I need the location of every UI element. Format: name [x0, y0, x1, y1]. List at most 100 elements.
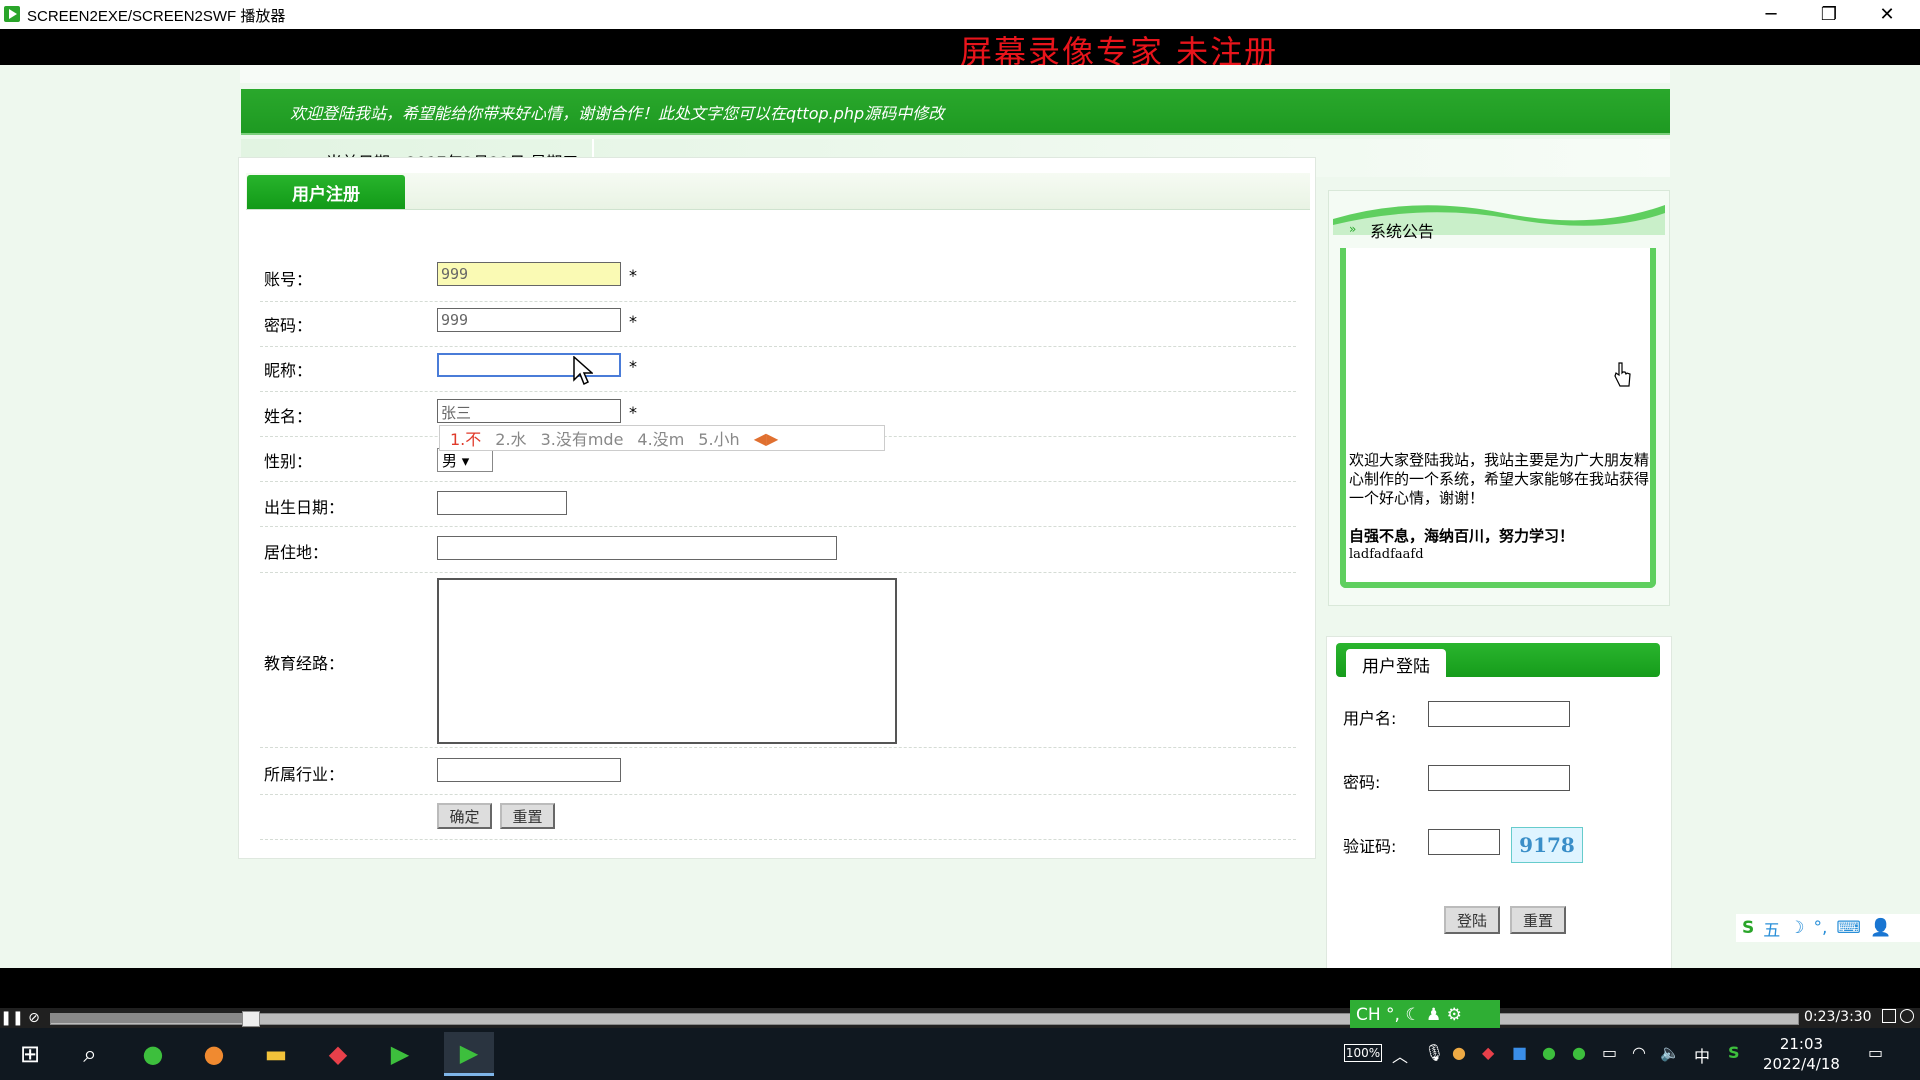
- app-orange-icon[interactable]: ●: [196, 1036, 232, 1072]
- notice-title: 系统公告: [1370, 222, 1435, 241]
- login-reset-button[interactable]: 重置: [1510, 906, 1566, 934]
- row-divider: [260, 572, 1296, 573]
- wechat-icon[interactable]: ●: [1542, 1043, 1556, 1062]
- clock-date: 2022/4/18: [1763, 1055, 1840, 1073]
- register-panel: [238, 157, 1316, 859]
- ime-mode-icon[interactable]: 五: [1763, 916, 1780, 941]
- address-label: 居住地：: [264, 543, 329, 562]
- username-label: 用户名:: [1343, 709, 1397, 728]
- close-button[interactable]: ✕: [1858, 0, 1916, 29]
- microphone-icon[interactable]: 🎙: [1424, 1043, 1444, 1062]
- required-mark: *: [629, 266, 637, 285]
- screen-recorder-icon[interactable]: ▶: [382, 1036, 418, 1072]
- sogou-logo-icon[interactable]: S: [1742, 918, 1754, 938]
- app-red-icon[interactable]: ◆: [320, 1036, 356, 1072]
- login-password-input[interactable]: [1428, 765, 1570, 791]
- register-tab: 用户注册: [247, 175, 405, 209]
- industry-label: 所属行业：: [264, 765, 345, 784]
- address-input[interactable]: [437, 536, 837, 560]
- password-input[interactable]: 999: [437, 308, 621, 332]
- nickname-label: 昵称：: [264, 361, 313, 380]
- row-divider: [260, 346, 1296, 347]
- battery-indicator[interactable]: 100%: [1344, 1044, 1382, 1062]
- login-tab: 用户登陆: [1346, 649, 1446, 679]
- birth-label: 出生日期：: [264, 498, 345, 517]
- education-textarea[interactable]: [437, 578, 897, 744]
- reset-button[interactable]: 重置: [500, 803, 555, 829]
- tray-app-icon[interactable]: ●: [1452, 1043, 1466, 1062]
- power-icon[interactable]: ▭: [1602, 1043, 1617, 1062]
- row-divider: [260, 481, 1296, 482]
- ime-page-arrows-icon[interactable]: ◀▶: [754, 429, 779, 448]
- ime-status-bar[interactable]: CH °, ☾ ♟ ⚙: [1350, 1000, 1500, 1030]
- seek-progress: [50, 1013, 243, 1023]
- ime-candidate[interactable]: 3.没有mde: [541, 426, 624, 450]
- login-password-label: 密码:: [1343, 773, 1381, 792]
- birth-input[interactable]: [437, 491, 567, 515]
- ime-candidate[interactable]: 4.没m: [637, 426, 684, 450]
- browser-icon[interactable]: ●: [135, 1036, 171, 1072]
- fullscreen-icon[interactable]: [1882, 1009, 1896, 1023]
- wechat-work-icon[interactable]: ●: [1572, 1043, 1586, 1062]
- tray-blue-icon[interactable]: ■: [1512, 1043, 1527, 1062]
- notice-extra: ladfadfaafd: [1349, 547, 1424, 562]
- seek-bar[interactable]: [50, 1013, 1799, 1025]
- username-input[interactable]: [1428, 701, 1570, 727]
- industry-input[interactable]: [437, 758, 621, 782]
- window-title: SCREEN2EXE/SCREEN2SWF 播放器: [27, 8, 286, 25]
- input-language[interactable]: 中: [1694, 1043, 1710, 1067]
- nav-strip: [240, 65, 1670, 83]
- account-input[interactable]: 999: [437, 262, 621, 286]
- nickname-input[interactable]: [437, 353, 621, 377]
- ime-toolbar[interactable]: S 五 ☽ °, ⌨ 👤: [1736, 914, 1920, 942]
- info-icon[interactable]: [1900, 1009, 1914, 1023]
- notice-arrow-icon: »: [1349, 222, 1357, 236]
- seek-handle[interactable]: [242, 1011, 261, 1027]
- row-divider: [260, 526, 1296, 527]
- ime-candidate[interactable]: 2.水: [495, 426, 526, 450]
- punctuation-icon[interactable]: °,: [1814, 918, 1828, 938]
- gender-select[interactable]: 男 ▾: [437, 448, 493, 472]
- mouse-pointer-icon: [573, 356, 593, 386]
- name-label: 姓名：: [264, 407, 313, 426]
- hand-cursor-icon: [1614, 362, 1631, 387]
- notice-text: 欢迎大家登陆我站，我站主要是为广大朋友精心制作的一个系统，希望大家能够在我站获得…: [1349, 451, 1650, 507]
- keyboard-icon[interactable]: ⌨: [1836, 918, 1861, 938]
- player-taskbar-icon[interactable]: ▶: [444, 1032, 494, 1076]
- tray-red-icon[interactable]: ◆: [1482, 1043, 1494, 1062]
- playback-time: 0:23/3:30: [1804, 1009, 1872, 1025]
- captcha-image[interactable]: 9178: [1511, 827, 1583, 863]
- volume-icon[interactable]: 🔈: [1660, 1043, 1680, 1062]
- confirm-button[interactable]: 确定: [437, 803, 492, 829]
- moon-icon[interactable]: ☽: [1789, 918, 1804, 938]
- stop-button[interactable]: ⊘: [24, 1008, 44, 1028]
- row-divider: [260, 301, 1296, 302]
- wifi-icon[interactable]: ◠: [1632, 1043, 1646, 1062]
- clock-time: 21:03: [1779, 1035, 1824, 1053]
- sogou-tray-icon[interactable]: S: [1728, 1043, 1740, 1062]
- name-input[interactable]: 张三: [437, 399, 621, 423]
- tray-clock[interactable]: 21:03 2022/4/18: [1763, 1034, 1840, 1074]
- welcome-marquee: 欢迎登陆我站，希望能给你带来好心情，谢谢合作！此处文字您可以在qttop.php…: [290, 104, 945, 123]
- education-label: 教育经路：: [264, 654, 345, 673]
- required-mark: *: [629, 312, 637, 331]
- search-icon[interactable]: ⌕: [72, 1036, 108, 1072]
- register-header: [246, 173, 1310, 210]
- row-divider: [260, 839, 1296, 840]
- minimize-button[interactable]: ─: [1742, 0, 1800, 29]
- required-mark: *: [629, 403, 637, 422]
- file-explorer-icon[interactable]: ▬: [258, 1036, 294, 1072]
- windows-start-icon[interactable]: ⊞: [12, 1036, 48, 1072]
- ime-candidate-bar[interactable]: 1.不 2.水 3.没有mde 4.没m 5.小h ◀▶: [439, 425, 885, 451]
- captcha-input[interactable]: [1428, 829, 1500, 855]
- app-icon: [4, 6, 20, 22]
- restore-button[interactable]: ❐: [1800, 0, 1858, 29]
- pause-button[interactable]: ❚❚: [0, 1008, 23, 1028]
- tray-chevron-icon[interactable]: ︿: [1392, 1043, 1408, 1067]
- ime-candidate[interactable]: 1.不: [450, 426, 481, 450]
- ime-candidate[interactable]: 5.小h: [698, 426, 739, 450]
- login-button[interactable]: 登陆: [1444, 906, 1500, 934]
- row-divider: [260, 794, 1296, 795]
- notification-icon[interactable]: ▭: [1868, 1043, 1883, 1062]
- user-icon[interactable]: 👤: [1870, 918, 1891, 938]
